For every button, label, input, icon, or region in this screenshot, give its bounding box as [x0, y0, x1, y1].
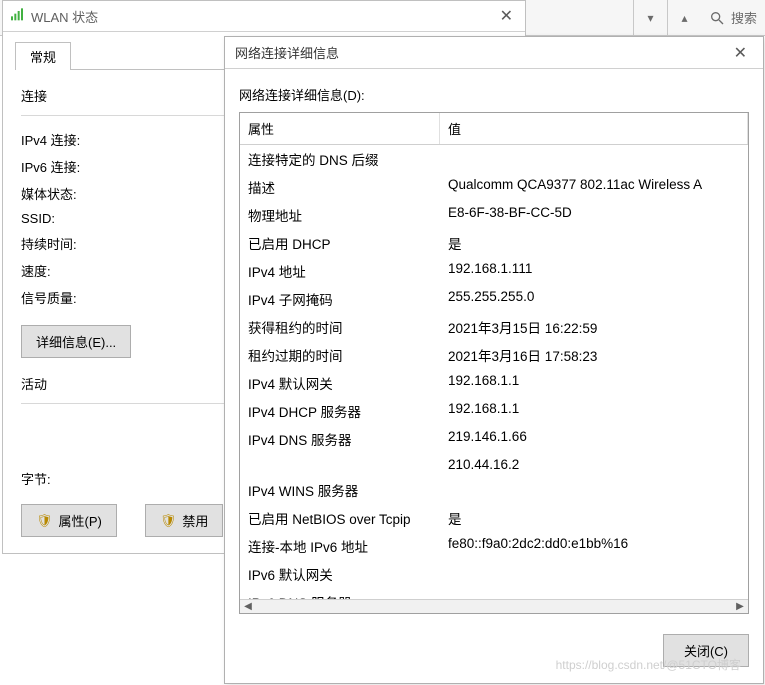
- cell-value: 210.44.16.2: [440, 455, 748, 474]
- details-close-button[interactable]: ✕: [728, 43, 753, 63]
- details-button[interactable]: 详细信息(E)...: [21, 325, 131, 358]
- details-title: 网络连接详细信息: [235, 43, 339, 62]
- table-row[interactable]: IPv4 WINS 服务器: [240, 476, 748, 504]
- cell-value: 是: [440, 231, 748, 255]
- cell-value: Qualcomm QCA9377 802.11ac Wireless A: [440, 175, 748, 199]
- table-row[interactable]: 已启用 DHCP是: [240, 229, 748, 257]
- cell-property: 连接特定的 DNS 后缀: [240, 147, 440, 171]
- table-row[interactable]: 连接特定的 DNS 后缀: [240, 145, 748, 173]
- col-value[interactable]: 值: [440, 113, 748, 144]
- label-speed: 速度:: [21, 261, 151, 280]
- wlan-titlebar: WLAN 状态 ✕: [3, 1, 525, 32]
- label-signal: 信号质量:: [21, 288, 151, 307]
- disable-button[interactable]: 🛡禁用: [145, 504, 224, 537]
- cell-property: [240, 455, 440, 474]
- cell-value: 219.146.1.66: [440, 427, 748, 451]
- table-row[interactable]: IPv4 DHCP 服务器192.168.1.1: [240, 397, 748, 425]
- table-row[interactable]: IPv4 默认网关192.168.1.1: [240, 369, 748, 397]
- nav-back-button[interactable]: ▾: [633, 0, 667, 36]
- cell-property: 租约过期的时间: [240, 343, 440, 367]
- cell-value: 是: [440, 506, 748, 530]
- label-ipv6-conn: IPv6 连接:: [21, 157, 151, 176]
- scroll-left-button[interactable]: ◀: [240, 600, 256, 614]
- network-details-dialog: 网络连接详细信息 ✕ 网络连接详细信息(D): 属性 值 连接特定的 DNS 后…: [224, 36, 764, 684]
- table-row[interactable]: 租约过期的时间2021年3月16日 17:58:23: [240, 341, 748, 369]
- wlan-title: WLAN 状态: [31, 7, 98, 26]
- wifi-icon: [9, 7, 25, 26]
- table-row[interactable]: 物理地址E8-6F-38-BF-CC-5D: [240, 201, 748, 229]
- label-ssid: SSID:: [21, 211, 151, 226]
- cell-value: 255.255.255.0: [440, 287, 748, 311]
- col-property[interactable]: 属性: [240, 113, 440, 144]
- cell-property: 连接-本地 IPv6 地址: [240, 534, 440, 558]
- cell-property: IPv4 地址: [240, 259, 440, 283]
- label-duration: 持续时间:: [21, 234, 151, 253]
- table-row[interactable]: 获得租约的时间2021年3月15日 16:22:59: [240, 313, 748, 341]
- label-media-state: 媒体状态:: [21, 184, 151, 203]
- cell-value: 2021年3月15日 16:22:59: [440, 315, 748, 339]
- search-icon: [709, 10, 725, 26]
- table-row[interactable]: IPv6 DNS 服务器: [240, 588, 748, 599]
- table-row[interactable]: 连接-本地 IPv6 地址fe80::f9a0:2dc2:dd0:e1bb%16: [240, 532, 748, 560]
- nav-up-button[interactable]: ▴: [667, 0, 701, 36]
- table-row[interactable]: IPv4 DNS 服务器219.146.1.66: [240, 425, 748, 453]
- details-table-body: 连接特定的 DNS 后缀描述Qualcomm QCA9377 802.11ac …: [240, 145, 748, 599]
- label-ipv4-conn: IPv4 连接:: [21, 130, 151, 149]
- table-row[interactable]: IPv4 地址192.168.1.111: [240, 257, 748, 285]
- table-row[interactable]: IPv6 默认网关: [240, 560, 748, 588]
- details-titlebar: 网络连接详细信息 ✕: [225, 37, 763, 69]
- cell-value: 192.168.1.1: [440, 371, 748, 395]
- tab-general[interactable]: 常规: [15, 42, 71, 70]
- search-placeholder: 搜索: [731, 8, 757, 27]
- cell-value: fe80::f9a0:2dc2:dd0:e1bb%16: [440, 534, 748, 558]
- table-row[interactable]: IPv4 子网掩码255.255.255.0: [240, 285, 748, 313]
- horizontal-scrollbar[interactable]: ◀ ▶: [240, 599, 748, 613]
- table-row[interactable]: 已启用 NetBIOS over Tcpip是: [240, 504, 748, 532]
- cell-value: E8-6F-38-BF-CC-5D: [440, 203, 748, 227]
- cell-property: IPv4 默认网关: [240, 371, 440, 395]
- cell-value: [440, 562, 748, 586]
- cell-property: 获得租约的时间: [240, 315, 440, 339]
- details-table: 属性 值 连接特定的 DNS 后缀描述Qualcomm QCA9377 802.…: [239, 112, 749, 614]
- cell-property: 已启用 NetBIOS over Tcpip: [240, 506, 440, 530]
- cell-value: 2021年3月16日 17:58:23: [440, 343, 748, 367]
- cell-value: 192.168.1.111: [440, 259, 748, 283]
- table-row[interactable]: 描述Qualcomm QCA9377 802.11ac Wireless A: [240, 173, 748, 201]
- search-box[interactable]: 搜索: [701, 8, 765, 27]
- cell-value: [440, 147, 748, 171]
- cell-property: IPv4 WINS 服务器: [240, 478, 440, 502]
- shield-icon: 🛡: [36, 513, 53, 529]
- cell-property: IPv4 DHCP 服务器: [240, 399, 440, 423]
- shield-icon: 🛡: [160, 513, 177, 529]
- cell-value: 192.168.1.1: [440, 399, 748, 423]
- watermark: https://blog.csdn.net/@51CTO博客: [556, 656, 741, 673]
- cell-property: IPv6 DNS 服务器: [240, 590, 440, 599]
- wlan-close-button[interactable]: ✕: [494, 6, 519, 26]
- cell-property: 已启用 DHCP: [240, 231, 440, 255]
- properties-button[interactable]: 🛡属性(P): [21, 504, 117, 537]
- cell-property: IPv4 DNS 服务器: [240, 427, 440, 451]
- cell-property: 描述: [240, 175, 440, 199]
- scroll-right-button[interactable]: ▶: [732, 600, 748, 614]
- cell-value: [440, 590, 748, 599]
- chevron-up-icon: ▴: [681, 11, 687, 25]
- cell-property: 物理地址: [240, 203, 440, 227]
- chevron-down-icon: ▾: [647, 11, 653, 25]
- details-sub-label: 网络连接详细信息(D):: [239, 81, 749, 112]
- table-row[interactable]: 210.44.16.2: [240, 453, 748, 476]
- bytes-label: 字节:: [21, 469, 117, 488]
- cell-property: IPv4 子网掩码: [240, 287, 440, 311]
- cell-value: [440, 478, 748, 502]
- cell-property: IPv6 默认网关: [240, 562, 440, 586]
